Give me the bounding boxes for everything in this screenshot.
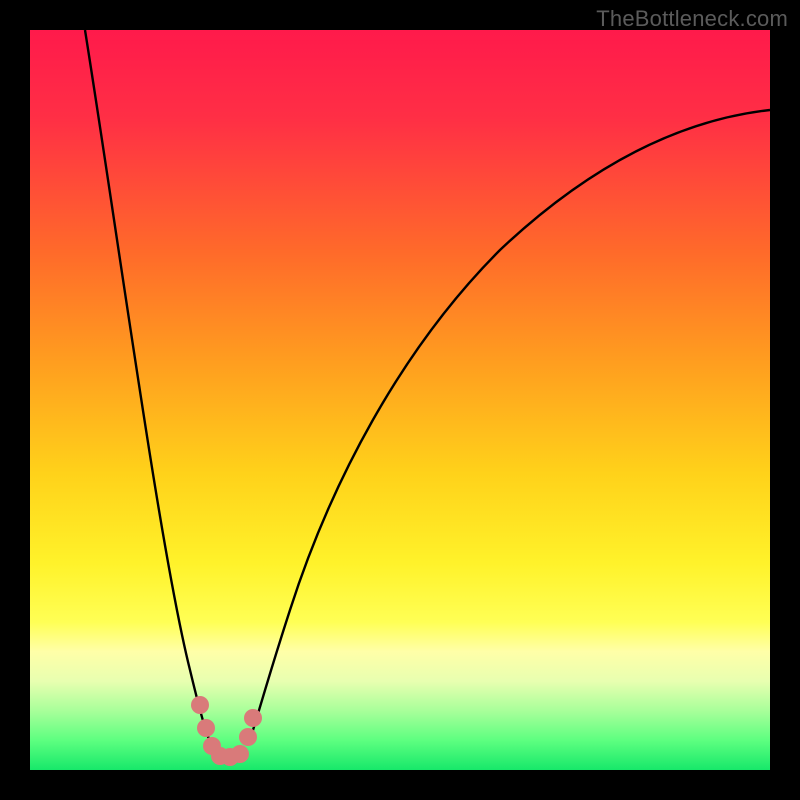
marker-dot [197,719,215,737]
marker-dot [244,709,262,727]
plot-area [30,30,770,770]
watermark-text: TheBottleneck.com [596,6,788,32]
chart-svg [30,30,770,770]
marker-dot [231,745,249,763]
marker-dot [191,696,209,714]
chart-frame: TheBottleneck.com [0,0,800,800]
marker-dot [239,728,257,746]
